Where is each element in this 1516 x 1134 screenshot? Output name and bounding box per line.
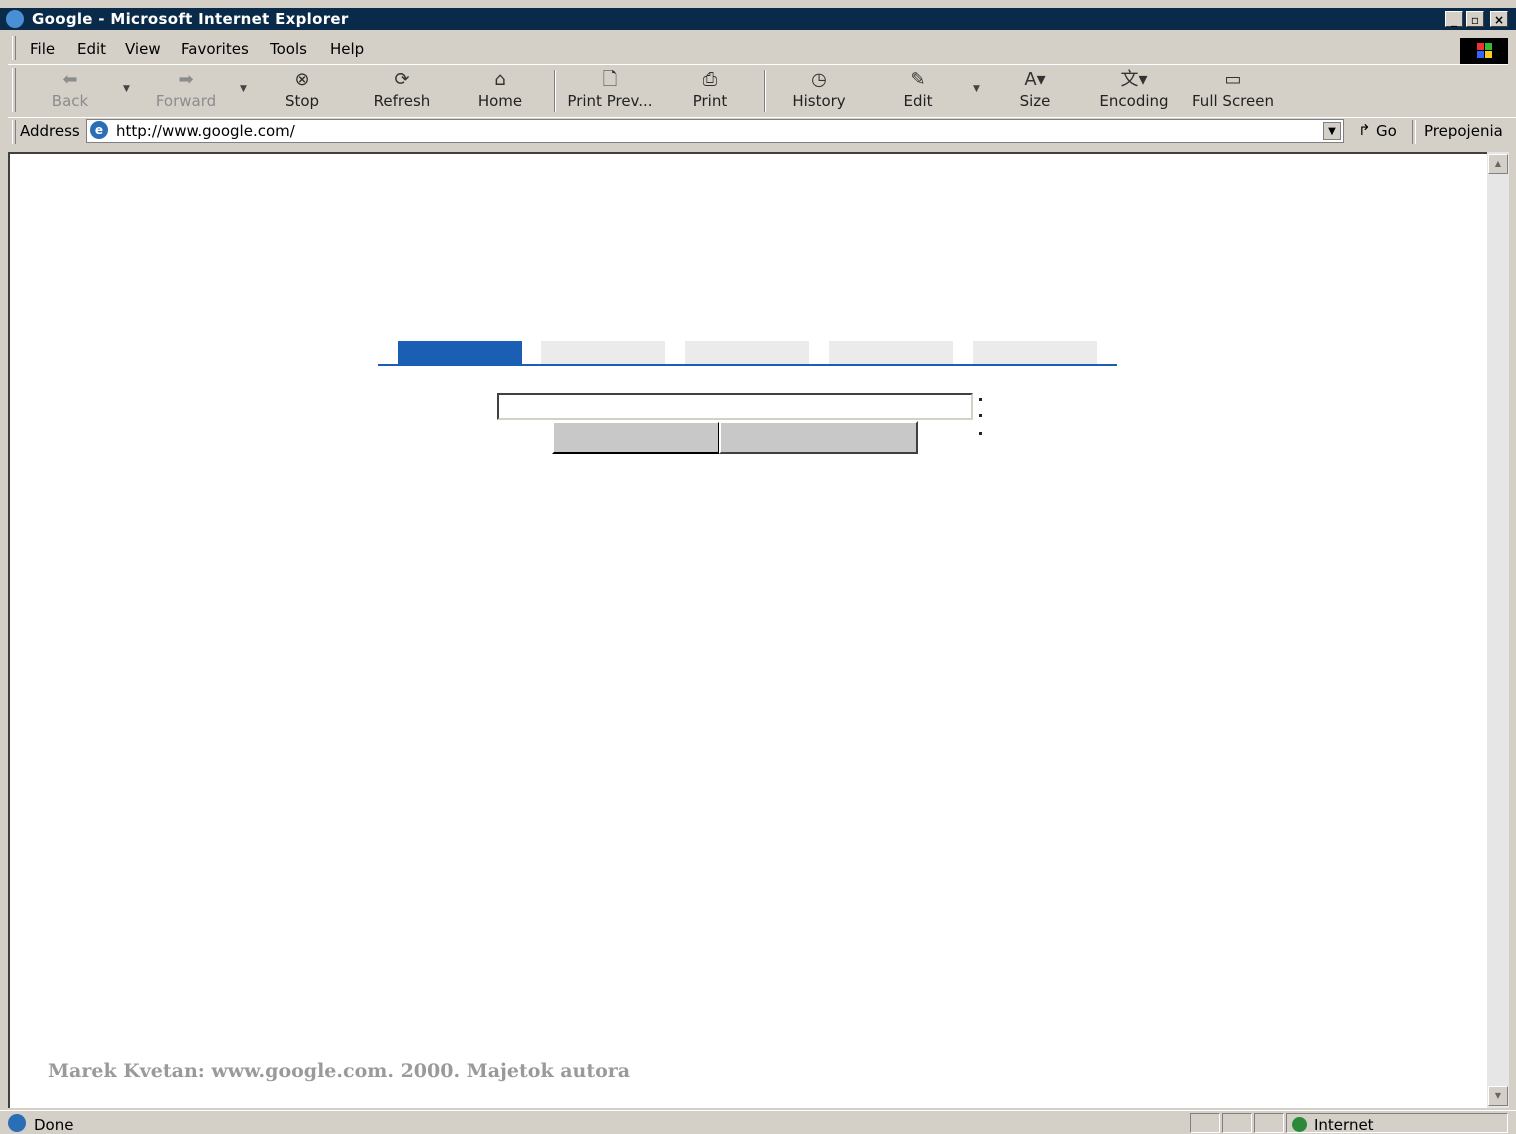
- print-label: Print: [692, 92, 728, 110]
- tab-groups[interactable]: [685, 341, 809, 365]
- vertical-scrollbar[interactable]: [1487, 152, 1509, 1108]
- search-input[interactable]: [497, 393, 973, 420]
- edit-icon: ✎: [910, 69, 926, 90]
- tab-news[interactable]: [973, 341, 1097, 365]
- menu-view[interactable]: View: [125, 40, 161, 58]
- size-label: Size: [1019, 92, 1051, 110]
- full-screen-label: Full Screen: [1192, 92, 1274, 110]
- minimize-button[interactable]: _: [1445, 11, 1463, 27]
- print-preview-label: Print Prev...: [567, 92, 653, 110]
- address-url[interactable]: http://www.google.com/: [116, 122, 295, 140]
- ie-logo-icon: [6, 10, 24, 28]
- forward-button[interactable]: ➡ Forward: [146, 68, 226, 114]
- go-button[interactable]: Go: [1376, 122, 1397, 140]
- history-label: History: [792, 92, 846, 110]
- scroll-up-button[interactable]: ▲: [1488, 154, 1508, 174]
- back-dropdown-icon[interactable]: ▼: [123, 84, 130, 94]
- status-pane: [1190, 1113, 1220, 1133]
- print-preview-icon: 🗋: [602, 69, 618, 90]
- edit-label: Edit: [903, 92, 933, 110]
- encoding-icon: 文▾: [1120, 69, 1148, 90]
- tab-web[interactable]: [398, 341, 522, 365]
- menu-help[interactable]: Help: [330, 40, 364, 58]
- tab-directory[interactable]: [829, 341, 953, 365]
- toolbar-top-border: [8, 64, 1508, 65]
- dot-marker: [979, 398, 982, 401]
- stop-button[interactable]: ⊗ Stop: [262, 68, 342, 114]
- stop-icon: ⊗: [294, 69, 310, 90]
- internet-zone-icon: [1292, 1117, 1307, 1132]
- refresh-button[interactable]: ⟳ Refresh: [362, 68, 442, 114]
- toolbar-separator: [554, 70, 556, 112]
- search-button[interactable]: [552, 421, 720, 454]
- printer-icon: ⎙: [702, 69, 718, 90]
- back-button[interactable]: ⬅ Back: [30, 68, 110, 114]
- status-pane: [1222, 1113, 1252, 1133]
- menu-favorites[interactable]: Favorites: [181, 40, 249, 58]
- artwork-caption: Marek Kvetan: www.google.com. 2000. Maje…: [48, 1060, 631, 1082]
- restore-button[interactable]: ▫: [1466, 11, 1484, 27]
- menu-edit[interactable]: Edit: [77, 40, 106, 58]
- menu-tools[interactable]: Tools: [270, 40, 307, 58]
- home-button[interactable]: ⌂ Home: [460, 68, 540, 114]
- stop-label: Stop: [284, 92, 320, 110]
- status-text: Done: [34, 1116, 74, 1134]
- refresh-icon: ⟳: [394, 69, 410, 90]
- home-label: Home: [477, 92, 523, 110]
- page-icon: e: [90, 121, 108, 139]
- print-button[interactable]: ⎙ Print: [670, 68, 750, 114]
- back-label: Back: [51, 92, 89, 110]
- lucky-button[interactable]: [719, 421, 918, 454]
- address-grip: [12, 120, 16, 144]
- encoding-label: Encoding: [1099, 92, 1169, 110]
- tab-images[interactable]: [541, 341, 665, 365]
- print-preview-button[interactable]: 🗋 Print Prev...: [562, 68, 658, 114]
- menu-grip: [12, 36, 16, 60]
- full-screen-icon: ▭: [1224, 69, 1242, 90]
- page-status-icon: [8, 1114, 26, 1132]
- dot-marker: [979, 432, 982, 435]
- scroll-down-button[interactable]: ▼: [1488, 1086, 1508, 1106]
- size-button[interactable]: A▾ Size: [995, 68, 1075, 114]
- toolbar-grip: [12, 68, 16, 112]
- address-label: Address: [20, 122, 80, 140]
- history-icon: ◷: [811, 69, 827, 90]
- menu-file[interactable]: File: [30, 40, 55, 58]
- window-title: Google - Microsoft Internet Explorer: [32, 10, 349, 28]
- zone-text: Internet: [1314, 1116, 1374, 1134]
- address-dropdown-button[interactable]: ▼: [1323, 122, 1341, 140]
- tab-underline: [378, 364, 1117, 366]
- back-arrow-icon: ⬅: [62, 69, 78, 90]
- links-button[interactable]: Prepojenia: [1424, 122, 1503, 140]
- text-size-icon: A▾: [1024, 69, 1046, 90]
- close-button[interactable]: ×: [1490, 11, 1508, 27]
- status-pane: [1254, 1113, 1284, 1133]
- links-separator: [1412, 120, 1416, 144]
- go-arrow-icon: ↱: [1358, 121, 1371, 139]
- forward-label: Forward: [155, 92, 217, 110]
- history-button[interactable]: ◷ History: [779, 68, 859, 114]
- toolbar-separator: [764, 70, 766, 112]
- dot-marker: [979, 414, 982, 417]
- forward-arrow-icon: ➡: [178, 69, 194, 90]
- home-icon: ⌂: [494, 69, 506, 90]
- edit-dropdown-icon[interactable]: ▼: [973, 84, 980, 94]
- page-content: [8, 152, 1487, 1108]
- edit-button[interactable]: ✎ Edit: [878, 68, 958, 114]
- full-screen-button[interactable]: ▭ Full Screen: [1188, 68, 1278, 114]
- encoding-button[interactable]: 文▾ Encoding: [1094, 68, 1174, 114]
- refresh-label: Refresh: [373, 92, 431, 110]
- forward-dropdown-icon[interactable]: ▼: [240, 84, 247, 94]
- windows-logo-icon: [1460, 38, 1508, 64]
